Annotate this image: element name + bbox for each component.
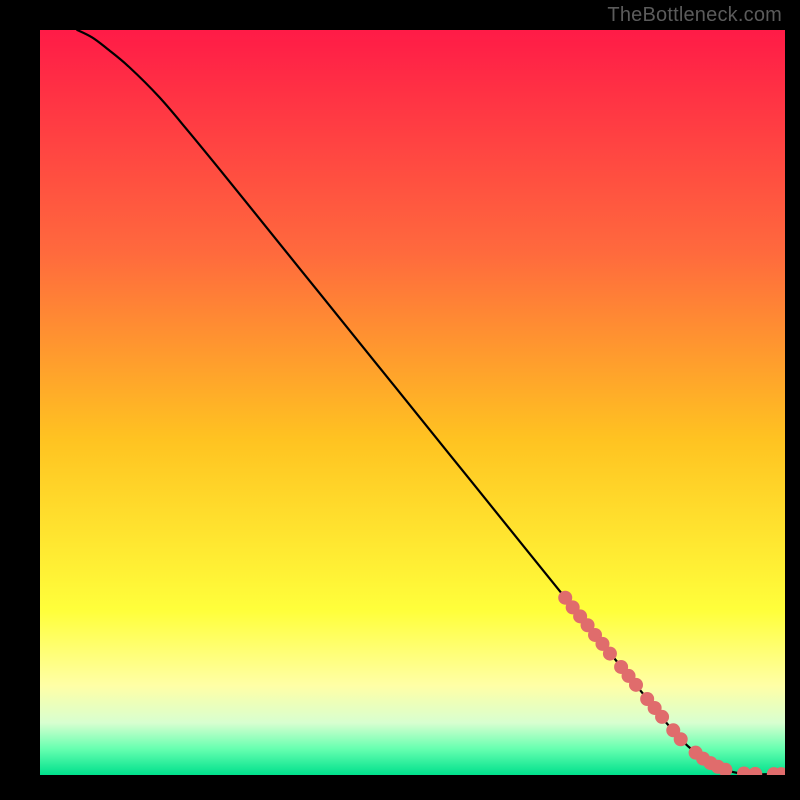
plot-area <box>40 30 785 775</box>
watermark-text: TheBottleneck.com <box>607 4 782 27</box>
gradient-background <box>40 30 785 775</box>
data-point <box>655 710 669 724</box>
data-point <box>603 647 617 661</box>
data-point <box>674 732 688 746</box>
chart-frame: TheBottleneck.com <box>0 0 800 800</box>
bottleneck-chart <box>40 30 785 775</box>
data-point <box>629 678 643 692</box>
